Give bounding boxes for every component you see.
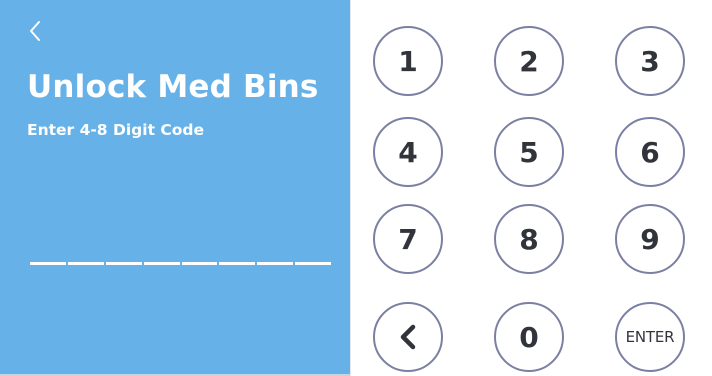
numeric-keypad: 1 2 3 4 5 6 7 8 9 0 ENTER (350, 0, 712, 376)
key-2[interactable]: 2 (494, 26, 564, 96)
code-digit-slot (30, 249, 66, 273)
key-3[interactable]: 3 (615, 26, 685, 96)
key-6[interactable]: 6 (615, 117, 685, 187)
unlock-screen: Unlock Med Bins Enter 4-8 Digit Code 1 2… (0, 0, 712, 376)
page-title: Unlock Med Bins (27, 69, 319, 105)
code-digit-slot (105, 249, 142, 273)
key-4[interactable]: 4 (373, 117, 443, 187)
key-0[interactable]: 0 (494, 302, 564, 372)
code-digit-slot (181, 249, 218, 273)
enter-button[interactable]: ENTER (615, 302, 685, 372)
chevron-left-icon (30, 21, 40, 41)
code-digit-slot (295, 249, 331, 273)
back-button[interactable] (22, 16, 48, 46)
code-input[interactable] (30, 249, 331, 273)
code-digit-slot (257, 249, 294, 273)
code-digit-slot (67, 249, 104, 273)
chevron-left-icon (400, 324, 416, 350)
code-digit-slot (143, 249, 180, 273)
code-digit-slot (219, 249, 256, 273)
key-5[interactable]: 5 (494, 117, 564, 187)
key-9[interactable]: 9 (615, 204, 685, 274)
code-panel: Unlock Med Bins Enter 4-8 Digit Code (0, 0, 350, 376)
page-subtitle: Enter 4-8 Digit Code (27, 121, 205, 139)
key-1[interactable]: 1 (373, 26, 443, 96)
key-8[interactable]: 8 (494, 204, 564, 274)
backspace-button[interactable] (373, 302, 443, 372)
key-7[interactable]: 7 (373, 204, 443, 274)
